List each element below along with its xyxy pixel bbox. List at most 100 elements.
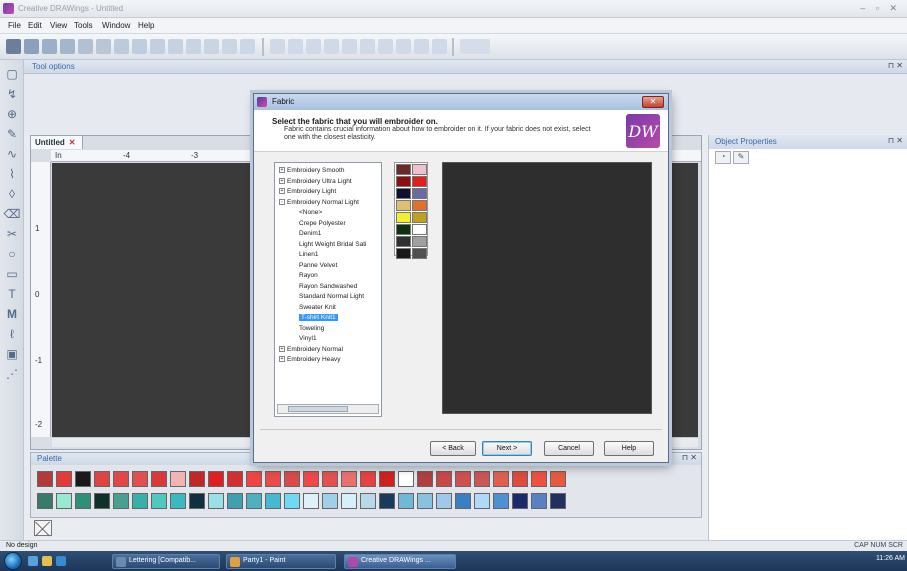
- palette-swatch[interactable]: [151, 471, 167, 487]
- undo-icon[interactable]: [114, 39, 129, 54]
- menu-edit[interactable]: Edit: [28, 21, 42, 30]
- pen-icon[interactable]: [204, 39, 219, 54]
- explorer-icon[interactable]: [42, 556, 52, 566]
- tree-horizontal-scrollbar[interactable]: [277, 404, 379, 414]
- fabric-item[interactable]: Denim1: [299, 230, 321, 237]
- fabric-item[interactable]: Vinyl1: [299, 335, 317, 342]
- palette-swatch[interactable]: [151, 493, 167, 509]
- monogram-icon[interactable]: M: [4, 306, 20, 322]
- fabric-item[interactable]: Toweling: [299, 325, 324, 332]
- cancel-button[interactable]: Cancel: [544, 441, 594, 456]
- palette-swatch[interactable]: [132, 493, 148, 509]
- save-icon[interactable]: [42, 39, 57, 54]
- palette-swatch[interactable]: [170, 493, 186, 509]
- palette-swatch[interactable]: [512, 471, 528, 487]
- palette-swatch[interactable]: [208, 471, 224, 487]
- palette-swatch[interactable]: [284, 471, 300, 487]
- text-icon[interactable]: T: [4, 286, 20, 302]
- no-color-icon[interactable]: [34, 520, 52, 536]
- group-icon[interactable]: [150, 39, 165, 54]
- back-button[interactable]: < Back: [430, 441, 476, 456]
- palette-swatch[interactable]: [246, 493, 262, 509]
- palette-swatch[interactable]: [341, 493, 357, 509]
- rectangle-tool-icon[interactable]: ▭: [4, 266, 20, 282]
- fabric-item[interactable]: Panne Velvet: [299, 262, 337, 269]
- fabric-color-swatch[interactable]: [412, 200, 427, 211]
- palette-swatch[interactable]: [493, 493, 509, 509]
- fabric-item[interactable]: Crepe Polyester: [299, 220, 346, 227]
- expand-icon[interactable]: +: [279, 188, 285, 195]
- eraser-icon[interactable]: ⌫: [4, 206, 21, 222]
- palette-swatch[interactable]: [37, 493, 53, 509]
- zoom-tool-icon[interactable]: ⊕: [4, 106, 20, 122]
- fabric-item[interactable]: Light Weight Bridal Sati: [299, 241, 366, 248]
- ie-icon[interactable]: [56, 556, 66, 566]
- palette-swatch[interactable]: [436, 493, 452, 509]
- menu-help[interactable]: Help: [138, 21, 154, 30]
- palette-swatch[interactable]: [56, 493, 72, 509]
- tab-untitled[interactable]: Untitled ✕: [31, 136, 83, 149]
- palette-swatch[interactable]: [303, 493, 319, 509]
- close-button[interactable]: ✕: [642, 96, 664, 108]
- pin-icon[interactable]: ⊓ ✕: [682, 453, 697, 462]
- palette-swatch[interactable]: [550, 471, 566, 487]
- fabric-color-swatch[interactable]: [396, 176, 411, 187]
- grid-icon[interactable]: [432, 39, 447, 54]
- fabric-color-swatch[interactable]: [412, 188, 427, 199]
- palette-swatch[interactable]: [531, 493, 547, 509]
- palette-swatch[interactable]: [455, 493, 471, 509]
- close-icon[interactable]: ✕: [69, 138, 76, 147]
- taskbar-lettering[interactable]: Lettering [Compatib...: [112, 554, 220, 569]
- node-edit-icon[interactable]: ↯: [4, 86, 20, 102]
- fabric-item[interactable]: Sweater Knit: [299, 304, 336, 311]
- menu-tools[interactable]: Tools: [74, 21, 93, 30]
- palette-swatch[interactable]: [398, 471, 414, 487]
- expand-icon[interactable]: +: [279, 345, 285, 352]
- palette-swatch[interactable]: [75, 471, 91, 487]
- fabric-item[interactable]: Rayon Sandwashed: [299, 283, 357, 290]
- palette-swatch[interactable]: [474, 471, 490, 487]
- fabric-item[interactable]: Rayon: [299, 272, 318, 279]
- collapse-icon[interactable]: -: [279, 198, 285, 205]
- fabric-color-swatch[interactable]: [412, 212, 427, 223]
- fabric-category[interactable]: + Embroidery Smooth: [279, 167, 344, 174]
- expand-icon[interactable]: +: [279, 167, 285, 174]
- distribute-v-icon[interactable]: [396, 39, 411, 54]
- same-size-icon[interactable]: [414, 39, 429, 54]
- fabric-category[interactable]: + Embroidery Normal: [279, 346, 343, 353]
- align-top-icon[interactable]: [324, 39, 339, 54]
- fabric-color-swatch[interactable]: [396, 200, 411, 211]
- stitch-tool-icon[interactable]: ⋰: [4, 366, 20, 382]
- fabric-category[interactable]: + Embroidery Heavy: [279, 356, 340, 363]
- palette-swatch[interactable]: [360, 493, 376, 509]
- expand-icon[interactable]: +: [279, 177, 285, 184]
- align-left-icon[interactable]: [270, 39, 285, 54]
- stitch-icon[interactable]: [460, 39, 490, 54]
- rectangle-icon[interactable]: [186, 39, 201, 54]
- palette-swatch[interactable]: [550, 493, 566, 509]
- palette-swatch[interactable]: [94, 471, 110, 487]
- circle-icon[interactable]: ○: [4, 246, 20, 262]
- fabric-color-swatch[interactable]: [396, 188, 411, 199]
- fill-icon[interactable]: ◊: [4, 186, 20, 202]
- palette-swatch[interactable]: [94, 493, 110, 509]
- fabric-color-swatch[interactable]: [396, 164, 411, 175]
- menu-view[interactable]: View: [50, 21, 67, 30]
- palette-swatch[interactable]: [75, 493, 91, 509]
- fabric-item[interactable]: <None>: [299, 209, 322, 216]
- palette-swatch[interactable]: [208, 493, 224, 509]
- palette-swatch[interactable]: [265, 493, 281, 509]
- fabric-category[interactable]: - Embroidery Normal Light: [279, 199, 359, 206]
- select-icon[interactable]: ▢: [4, 66, 20, 82]
- fabric-color-swatch[interactable]: [396, 236, 411, 247]
- palette-swatch[interactable]: [189, 471, 205, 487]
- zoom-icon[interactable]: [168, 39, 183, 54]
- menu-window[interactable]: Window: [102, 21, 130, 30]
- photo-icon[interactable]: ▣: [4, 346, 20, 362]
- fabric-color-swatch[interactable]: [412, 164, 427, 175]
- menu-file[interactable]: File: [8, 21, 21, 30]
- fabric-color-swatch[interactable]: [412, 236, 427, 247]
- pin-icon[interactable]: ⊓ ✕: [888, 61, 903, 70]
- scroll-thumb[interactable]: [288, 406, 348, 412]
- fabric-color-swatch[interactable]: [412, 176, 427, 187]
